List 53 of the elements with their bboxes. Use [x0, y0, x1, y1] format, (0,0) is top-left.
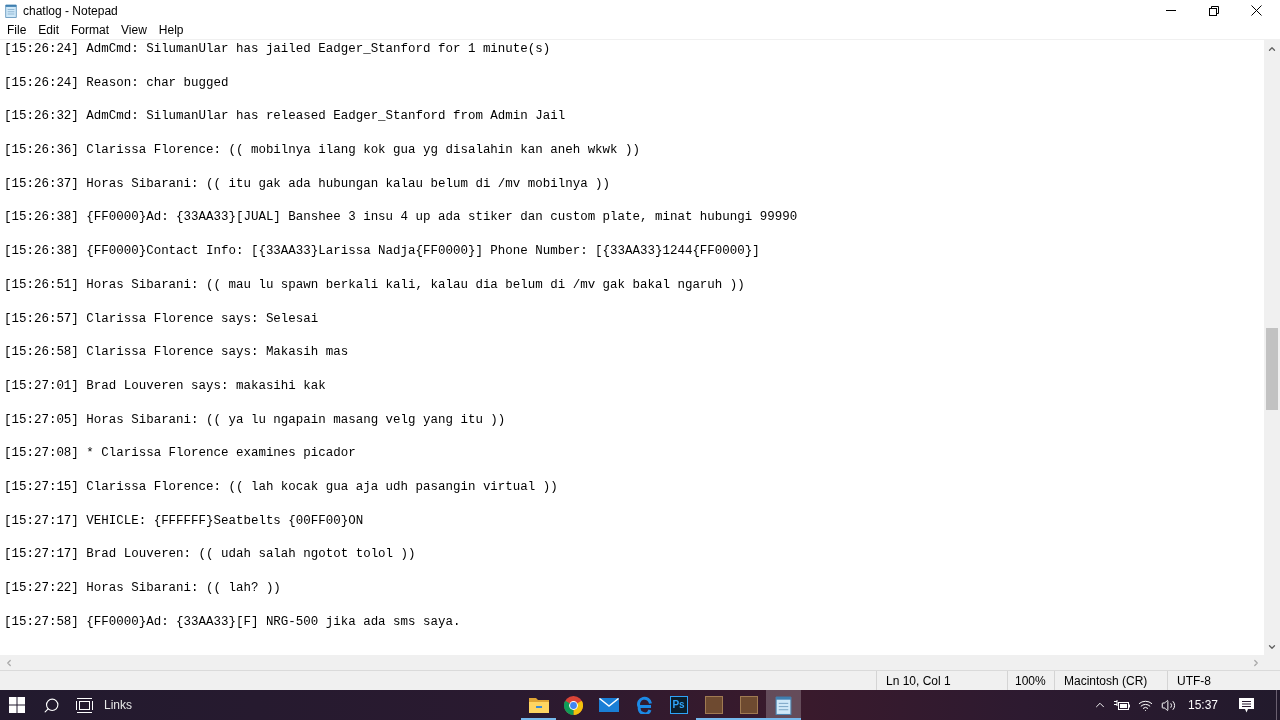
zoom-level: 100%: [1015, 673, 1046, 688]
log-line: [15:26:24] Reason: char bugged: [4, 74, 229, 92]
log-line: [15:27:01] Brad Louveren says: makasihi kak: [4, 377, 326, 395]
e-logo-icon: [634, 696, 653, 714]
minimize-icon: [1165, 10, 1176, 11]
app-picture-icon: [704, 696, 723, 714]
menu-item[interactable]: File: [1, 22, 33, 38]
task-view-icon: [75, 697, 93, 713]
show-desktop-button[interactable]: [1276, 690, 1280, 720]
window-title: chatlog - Notepad: [23, 3, 118, 18]
app-picture-icon: [739, 696, 758, 714]
log-line: [15:27:17] Brad Louveren: (( udah salah ngotot tolol )): [4, 546, 416, 564]
log-line: [15:26:36] Clarissa Florence: (( mobilnya ilang kok gua yg disalahin kan aneh wkwk )): [4, 142, 640, 159]
round-logo-icon: [564, 695, 583, 715]
vertical-scrollbar[interactable]: [1264, 40, 1280, 655]
menu-item[interactable]: View: [115, 22, 153, 38]
line-ending: Macintosh (CR): [1064, 673, 1148, 688]
toolbar-label[interactable]: Links: [104, 698, 132, 712]
log-line: [15:26:24] AdmCmd: SilumanUlar has jailed Eadger_Stanford for 1 minute(s): [4, 41, 551, 58]
log-line: [15:26:51] Horas Sibarani: (( mau lu spawn berkali kali, kalau dia belum di /mv gak bakal ngaruh )): [4, 276, 745, 294]
envelope-icon: [598, 698, 619, 712]
scrollbar-thumb[interactable]: [1266, 328, 1278, 410]
encoding: UTF-8: [1177, 673, 1211, 688]
menu-item[interactable]: Edit: [32, 22, 66, 38]
cursor-position: Ln 10, Col 1: [886, 673, 951, 688]
log-line: [15:27:22] Horas Sibarani: (( lah? )): [4, 580, 281, 597]
log-line: [15:27:08] * Clarissa Florence examines picador: [4, 445, 356, 463]
log-line: [15:27:58] {FF0000}Ad: {33AA33}[F] NRG-500 jika ada sms saya.: [4, 613, 461, 631]
speaker-icon: [1160, 697, 1176, 713]
log-line: [15:26:58] Clarissa Florence says: Makasih mas: [4, 344, 349, 362]
taskbar-app-button[interactable]: [766, 690, 801, 720]
search-icon: [42, 696, 60, 714]
log-line: [15:26:38] {FF0000}Ad: {33AA33}[JUAL] Banshee 3 insu 4 up ada stiker dan custom plate, minat hubungi 99990: [4, 209, 798, 227]
menu-item[interactable]: Format: [65, 22, 116, 38]
menu-item[interactable]: Help: [152, 22, 190, 38]
log-line: [15:27:05] Horas Sibarani: (( ya lu ngapain masang velg yang itu )): [4, 411, 506, 429]
clock[interactable]: 15:37: [1179, 690, 1226, 720]
restore-icon: [1208, 5, 1219, 16]
windows-logo-icon: [9, 697, 25, 713]
log-line: [15:26:38] {FF0000}Contact Info: [{33AA33}Larissa Nadja{FF0000}] Phone Number: [{33AA33}1244{FF0000}]: [4, 243, 760, 260]
log-line: [15:27:17] VEHICLE: {FFFFFF}Seatbelts {00FF00}ON: [4, 512, 364, 530]
notepad-icon: [775, 695, 792, 715]
folder-icon: [528, 697, 549, 713]
close-icon: [1251, 5, 1262, 16]
taskbar-app-button[interactable]: Ps: [661, 690, 696, 720]
log-line: [15:26:32] AdmCmd: SilumanUlar has released Eadger_Stanford from Admin Jail: [4, 108, 566, 126]
log-line: [15:26:37] Horas Sibarani: (( itu gak ada hubungan kalau belum di /mv mobilnya )): [4, 175, 611, 193]
log-line: [15:26:57] Clarissa Florence says: Selesai: [4, 310, 319, 328]
notification-icon: [1238, 697, 1254, 713]
log-line: [15:27:15] Clarissa Florence: (( lah kocak gua aja udh pasangin virtual )): [4, 478, 558, 496]
battery-plug-icon: [1114, 699, 1131, 711]
notepad-icon: [5, 3, 17, 18]
app-logo: Ps: [669, 696, 688, 714]
